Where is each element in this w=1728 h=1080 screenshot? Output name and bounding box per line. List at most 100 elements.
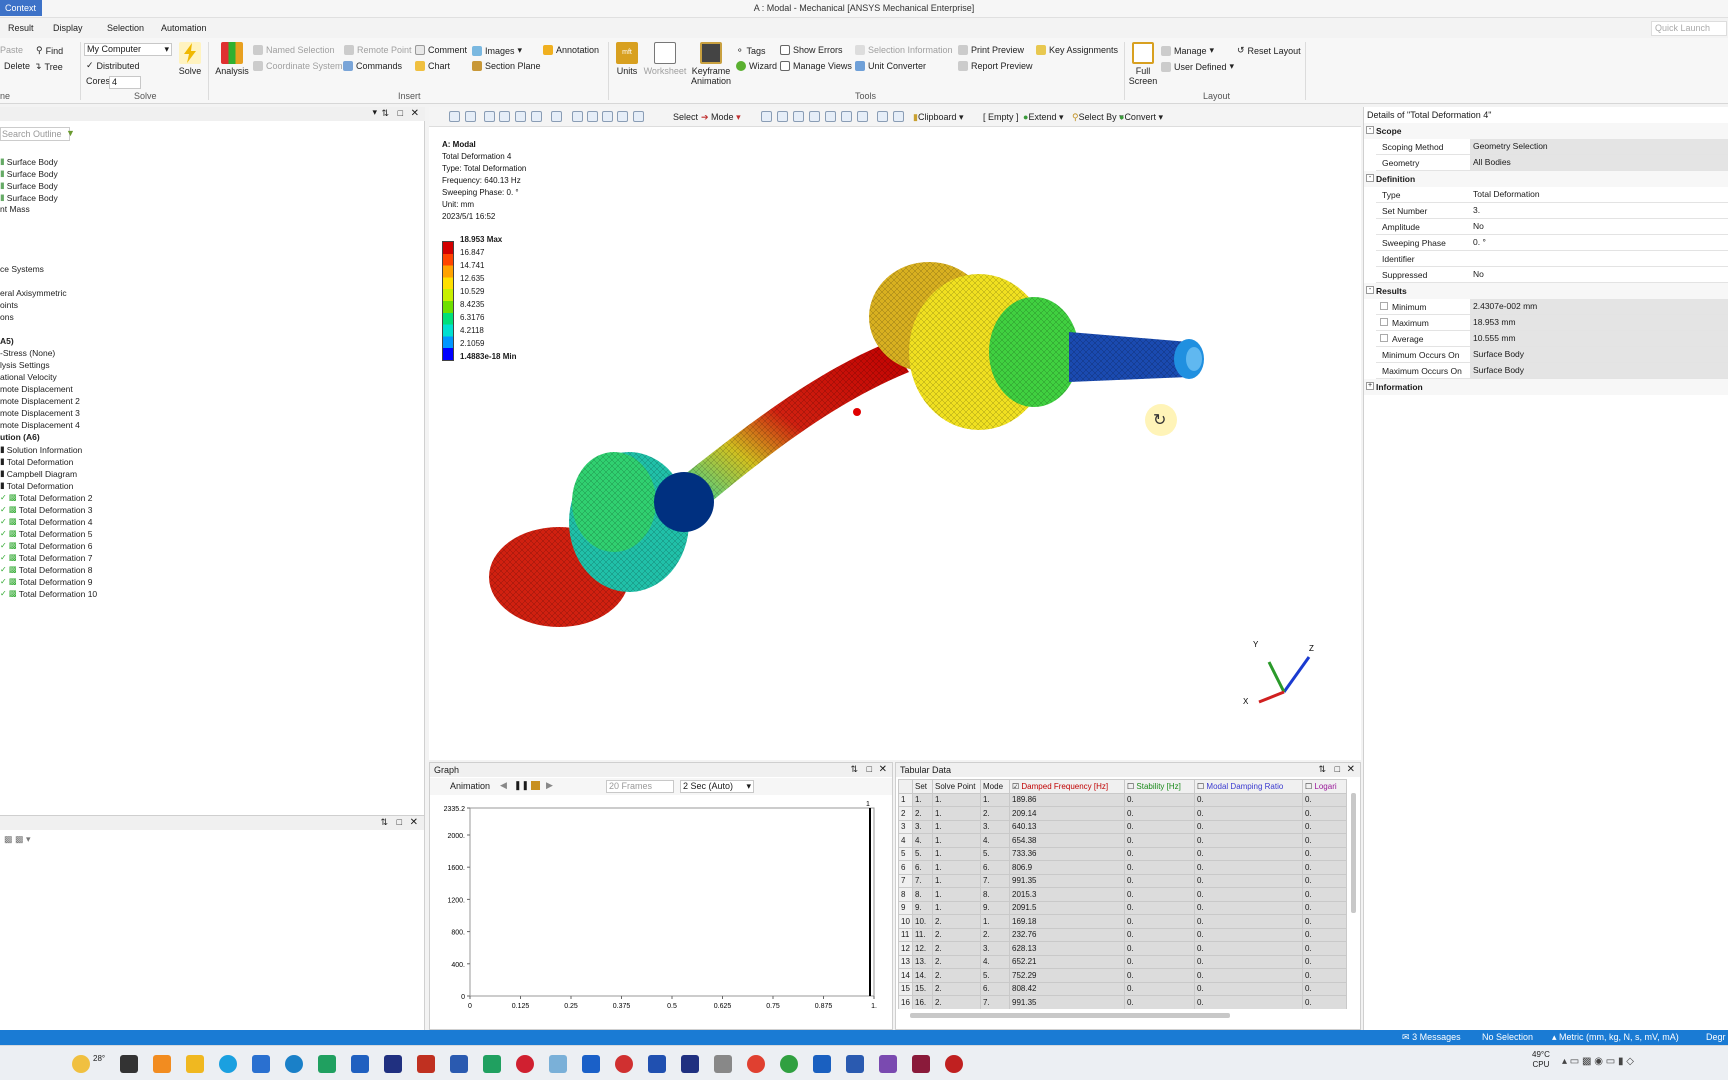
pan-icon[interactable] — [572, 111, 583, 122]
tree-item[interactable]: lysis Settings — [0, 360, 50, 370]
app-icon[interactable] — [813, 1055, 831, 1073]
pin-icon[interactable]: ⇅ — [381, 108, 389, 119]
duration-select[interactable]: 2 Sec (Auto) ▾ — [680, 780, 754, 793]
column-header[interactable]: Mode — [980, 779, 1010, 794]
graph-chart[interactable]: 0 400. 800. 1200. 1600. 2000. 2335.2 0 0.125 0.25… — [430, 796, 892, 1029]
zoom-box-icon[interactable] — [602, 111, 613, 122]
tabular-grid[interactable]: Set Solve Point Mode ☑ Damped Frequency … — [898, 779, 1350, 1009]
analysis-button[interactable]: Analysis — [214, 42, 250, 76]
quick-launch-input[interactable]: Quick Launch — [1651, 21, 1727, 36]
tags-button[interactable]: ⚬ Tags — [736, 45, 766, 56]
app-icon[interactable] — [450, 1055, 468, 1073]
previous-frame-icon[interactable]: ◀ — [500, 780, 507, 791]
keyframe-animation-button[interactable]: Keyframe Animation — [688, 42, 734, 86]
edge-icon[interactable] — [219, 1055, 237, 1073]
reset-layout-button[interactable]: ↺ Reset Layout — [1237, 45, 1301, 56]
tree-item[interactable]: ▮ Surface Body — [0, 192, 58, 203]
tree-item[interactable]: ✓ ▩ Total Deformation 8 — [0, 564, 92, 575]
user-defined-button[interactable]: User Defined ▾ — [1161, 61, 1234, 72]
tree-item[interactable]: -Stress (None) — [0, 348, 55, 358]
record-icon[interactable] — [945, 1055, 963, 1073]
app-icon[interactable] — [252, 1055, 270, 1073]
tree-item[interactable]: nt Mass — [0, 204, 30, 214]
show-errors-button[interactable]: Show Errors — [780, 45, 843, 55]
print-preview-button[interactable]: Print Preview — [958, 45, 1024, 55]
rotate-icon[interactable] — [551, 111, 562, 122]
commands-button[interactable]: Commands — [343, 61, 402, 71]
stop-icon[interactable] — [531, 781, 540, 790]
close-icon[interactable]: ✕ — [410, 817, 418, 828]
table-row[interactable]: 12 12. 2. 3. 628.13 0. 0. 0. — [898, 941, 1347, 956]
tab-context[interactable]: Context — [0, 0, 42, 16]
app-icon[interactable] — [714, 1055, 732, 1073]
frames-select[interactable]: 20 Frames — [606, 780, 674, 793]
table-row[interactable]: 16 16. 2. 7. 991.35 0. 0. 0. — [898, 995, 1347, 1009]
table-row[interactable]: 2 2. 1. 2. 209.14 0. 0. 0. — [898, 806, 1347, 821]
word-icon[interactable] — [846, 1055, 864, 1073]
column-header-stability[interactable]: ☐ Stability [Hz] — [1124, 779, 1195, 794]
distributed-checkbox[interactable]: ✓ Distributed — [86, 60, 140, 71]
app-icon[interactable] — [153, 1055, 171, 1073]
tree-item[interactable]: ce Systems — [0, 264, 44, 274]
unit-converter-button[interactable]: Unit Converter — [855, 61, 926, 71]
checkbox[interactable] — [1380, 334, 1388, 342]
app-icon[interactable] — [483, 1055, 501, 1073]
table-row[interactable]: 15 15. 2. 6. 808.42 0. 0. 0. — [898, 981, 1347, 996]
detail-row-sweeping-phase[interactable]: Sweeping Phase 0. ° — [1376, 235, 1728, 251]
chevron-down-icon[interactable]: ▾ — [372, 107, 377, 118]
detail-row-maximum[interactable]: Maximum 18.953 mm — [1376, 315, 1728, 331]
select-type-icon[interactable] — [893, 111, 904, 122]
tree-item[interactable]: ons — [0, 312, 14, 322]
tree-item[interactable]: ▮ Campbell Diagram — [0, 468, 77, 479]
tree-button[interactable]: ↴ Tree — [34, 61, 63, 72]
maximize-icon[interactable]: □ — [397, 817, 402, 827]
tree-item[interactable]: ▮ Total Deformation — [0, 480, 73, 491]
column-header-modal-damping[interactable]: ☐ Modal Damping Ratio — [1194, 779, 1303, 794]
units-status[interactable]: ▴ Metric (mm, kg, N, s, mV, mA) — [1552, 1032, 1679, 1043]
next-frame-icon[interactable]: ▶ — [546, 780, 553, 791]
vertical-scrollbar[interactable] — [1351, 793, 1356, 913]
tree-item[interactable]: ▮ Surface Body — [0, 156, 58, 167]
checkbox[interactable] — [1380, 318, 1388, 326]
view-icon[interactable] — [515, 111, 526, 122]
checkbox[interactable]: ☐ — [1305, 782, 1312, 791]
close-icon[interactable]: ✕ — [879, 764, 887, 775]
table-row[interactable]: 3 3. 1. 3. 640.13 0. 0. 0. — [898, 819, 1347, 834]
coordinate-system-button[interactable]: Coordinate System — [253, 61, 343, 71]
filter-icon[interactable]: ▼ — [66, 128, 75, 138]
pin-icon[interactable]: ⇅ — [850, 764, 858, 775]
table-row[interactable]: 11 11. 2. 2. 232.76 0. 0. 0. — [898, 927, 1347, 942]
app-icon[interactable] — [318, 1055, 336, 1073]
chrome-icon[interactable] — [780, 1055, 798, 1073]
annotation-button[interactable]: Annotation — [543, 45, 599, 55]
table-row[interactable]: 8 8. 1. 8. 2015.3 0. 0. 0. — [898, 887, 1347, 902]
manage-views-button[interactable]: Manage Views — [780, 61, 852, 71]
column-header[interactable]: Set — [912, 779, 933, 794]
maximize-icon[interactable]: □ — [398, 108, 403, 118]
full-screen-button[interactable]: Full Screen — [1128, 42, 1158, 86]
detail-row-identifier[interactable]: Identifier — [1376, 251, 1728, 267]
magnifier-icon[interactable] — [633, 111, 644, 122]
wizard-button[interactable]: Wizard — [736, 61, 777, 71]
table-row[interactable]: 13 13. 2. 4. 652.21 0. 0. 0. — [898, 954, 1347, 969]
column-header-damped[interactable]: ☑ Damped Frequency [Hz] — [1009, 779, 1125, 794]
section-scope[interactable]: - Scope — [1364, 123, 1728, 139]
file-explorer-icon[interactable] — [186, 1055, 204, 1073]
app-icon[interactable] — [351, 1055, 369, 1073]
collapse-icon[interactable]: - — [1366, 126, 1374, 134]
solve-target-select[interactable]: My Computer ▾ — [84, 43, 172, 56]
find-button[interactable]: ⚲ Find — [36, 45, 63, 56]
app-icon[interactable] — [582, 1055, 600, 1073]
solve-button[interactable]: Solve — [176, 42, 204, 76]
chart-button[interactable]: Chart — [415, 61, 450, 71]
tree-item[interactable]: ✓ ▩ Total Deformation 2 — [0, 492, 92, 503]
section-results[interactable]: - Results — [1364, 283, 1728, 299]
comment-button[interactable]: Comment — [415, 45, 467, 55]
view-icon[interactable] — [531, 111, 542, 122]
mode-button[interactable]: ➔ Mode ▾ — [701, 112, 741, 123]
rotor-model[interactable]: ↻ Z Y X — [429, 127, 1361, 760]
tree-item[interactable]: ution (A6) — [0, 432, 40, 442]
tab-display[interactable]: Display — [53, 23, 83, 33]
zoom-in-icon[interactable] — [449, 111, 460, 122]
select-type-icon[interactable] — [777, 111, 788, 122]
